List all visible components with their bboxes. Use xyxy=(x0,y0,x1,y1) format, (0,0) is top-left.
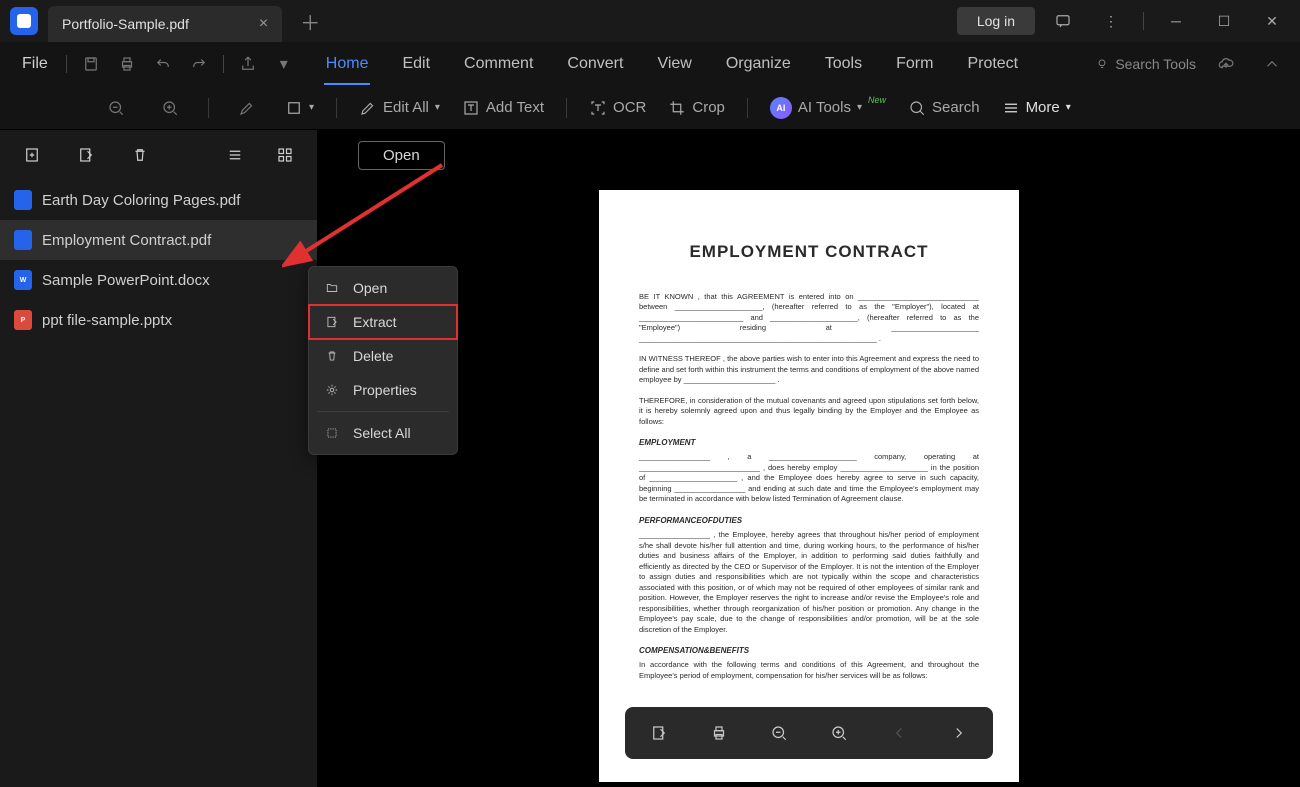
extract-page-icon[interactable] xyxy=(643,717,675,749)
print-icon[interactable] xyxy=(111,48,143,80)
tab-convert[interactable]: Convert xyxy=(565,47,625,81)
close-window-icon[interactable]: ✕ xyxy=(1252,5,1292,37)
zoom-in-icon[interactable] xyxy=(154,92,186,124)
tab-organize[interactable]: Organize xyxy=(724,47,793,81)
more-tool[interactable]: More▾ xyxy=(1002,99,1071,117)
cloud-icon[interactable] xyxy=(1210,48,1242,80)
delete-icon[interactable] xyxy=(124,139,156,171)
toolbar: ▾ Edit All▾ Add Text OCR Crop AIAI Tools… xyxy=(0,86,1300,130)
zoom-in-page-icon[interactable] xyxy=(823,717,855,749)
select-all-icon xyxy=(323,424,341,442)
doc-title: EMPLOYMENT CONTRACT xyxy=(639,240,979,264)
document-area[interactable]: EMPLOYMENT CONTRACT BE IT KNOWN , that t… xyxy=(318,180,1300,787)
shape-tool[interactable]: ▾ xyxy=(285,99,314,117)
collapse-icon[interactable] xyxy=(1256,48,1288,80)
trash-icon xyxy=(323,347,341,365)
new-tab-button[interactable]: ＋ xyxy=(300,7,320,36)
sidebar-toolbar xyxy=(0,130,317,180)
file-item[interactable]: W Sample PowerPoint.docx xyxy=(0,260,317,300)
tab-title: Portfolio-Sample.pdf xyxy=(62,16,189,32)
menubar: File ▾ Home Edit Comment Convert View Or… xyxy=(0,42,1300,86)
search-tool[interactable]: Search xyxy=(908,99,980,117)
file-item[interactable]: Earth Day Coloring Pages.pdf xyxy=(0,180,317,220)
tab-form[interactable]: Form xyxy=(894,47,935,81)
kebab-menu-icon[interactable]: ⋮ xyxy=(1091,5,1131,37)
tab-tools[interactable]: Tools xyxy=(823,47,864,81)
share-icon[interactable] xyxy=(232,48,264,80)
word-icon: W xyxy=(14,270,32,290)
tab-view[interactable]: View xyxy=(655,47,693,81)
maximize-icon[interactable]: ☐ xyxy=(1204,5,1244,37)
ppt-icon: P xyxy=(14,310,32,330)
grid-view-icon[interactable] xyxy=(269,139,301,171)
save-icon[interactable] xyxy=(75,48,107,80)
file-name: ppt file-sample.pptx xyxy=(42,312,172,329)
file-list: Earth Day Coloring Pages.pdf Employment … xyxy=(0,180,317,787)
ai-tools[interactable]: AIAI Tools▾New xyxy=(770,97,886,119)
print-page-icon[interactable] xyxy=(703,717,735,749)
ctx-properties[interactable]: Properties xyxy=(309,373,457,407)
ctx-extract[interactable]: Extract xyxy=(309,305,457,339)
edit-all-tool[interactable]: Edit All▾ xyxy=(359,99,440,117)
extract-menu-icon xyxy=(323,313,341,331)
titlebar: Portfolio-Sample.pdf × ＋ Log in ⋮ ─ ☐ ✕ xyxy=(0,0,1300,42)
dropdown-icon[interactable]: ▾ xyxy=(268,48,300,80)
tab-home[interactable]: Home xyxy=(324,47,371,81)
file-item[interactable]: Employment Contract.pdf xyxy=(0,220,317,260)
undo-icon[interactable] xyxy=(147,48,179,80)
add-text-tool[interactable]: Add Text xyxy=(462,99,544,117)
floating-toolbar xyxy=(625,707,993,759)
prev-page-icon[interactable] xyxy=(883,717,915,749)
gear-icon xyxy=(323,381,341,399)
close-tab-icon[interactable]: × xyxy=(259,15,268,33)
sidebar: Earth Day Coloring Pages.pdf Employment … xyxy=(0,130,318,787)
ai-icon: AI xyxy=(770,97,792,119)
feedback-icon[interactable] xyxy=(1043,5,1083,37)
highlighter-icon[interactable] xyxy=(231,92,263,124)
ctx-delete[interactable]: Delete xyxy=(309,339,457,373)
app-icon xyxy=(10,7,38,35)
ctx-open[interactable]: Open xyxy=(309,271,457,305)
document-page: EMPLOYMENT CONTRACT BE IT KNOWN , that t… xyxy=(599,190,1019,782)
zoom-out-icon[interactable] xyxy=(100,92,132,124)
file-item[interactable]: P ppt file-sample.pptx xyxy=(0,300,317,340)
pdf-icon xyxy=(14,230,32,250)
ocr-tool[interactable]: OCR xyxy=(589,99,646,117)
search-tools-button[interactable]: Search Tools xyxy=(1095,56,1196,72)
context-menu: Open Extract Delete Properties Select Al… xyxy=(308,266,458,455)
file-menu[interactable]: File xyxy=(12,49,58,79)
file-name: Employment Contract.pdf xyxy=(42,232,211,249)
zoom-out-page-icon[interactable] xyxy=(763,717,795,749)
next-page-icon[interactable] xyxy=(943,717,975,749)
open-button[interactable]: Open xyxy=(358,141,445,170)
tab-comment[interactable]: Comment xyxy=(462,47,535,81)
file-name: Sample PowerPoint.docx xyxy=(42,272,210,289)
login-button[interactable]: Log in xyxy=(957,7,1035,35)
tab-edit[interactable]: Edit xyxy=(400,47,432,81)
bulb-icon xyxy=(1095,57,1109,71)
list-view-icon[interactable] xyxy=(219,139,251,171)
menu-tabs: Home Edit Comment Convert View Organize … xyxy=(324,47,1020,81)
redo-icon[interactable] xyxy=(183,48,215,80)
document-tab[interactable]: Portfolio-Sample.pdf × xyxy=(48,6,282,42)
pdf-icon xyxy=(14,190,32,210)
main-area: Earth Day Coloring Pages.pdf Employment … xyxy=(0,130,1300,787)
file-name: Earth Day Coloring Pages.pdf xyxy=(42,192,240,209)
document-viewer: Open EMPLOYMENT CONTRACT BE IT KNOWN , t… xyxy=(318,130,1300,787)
add-file-icon[interactable] xyxy=(16,139,48,171)
ctx-select-all[interactable]: Select All xyxy=(309,416,457,450)
minimize-icon[interactable]: ─ xyxy=(1156,5,1196,37)
folder-icon xyxy=(323,279,341,297)
extract-icon[interactable] xyxy=(70,139,102,171)
crop-tool[interactable]: Crop xyxy=(668,99,725,117)
tab-protect[interactable]: Protect xyxy=(965,47,1020,81)
